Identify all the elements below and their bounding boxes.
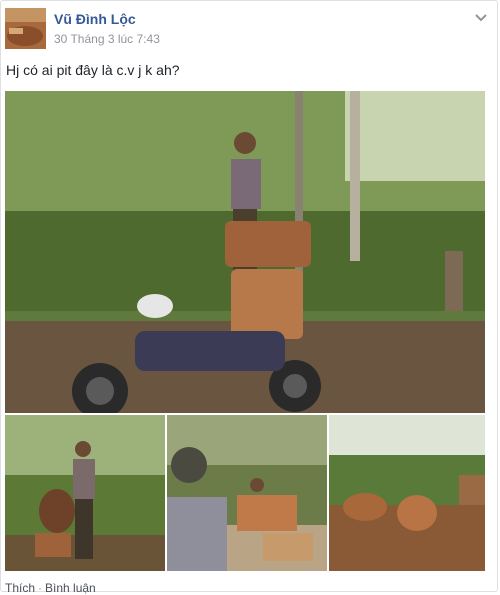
post-timestamp[interactable]: 30 Tháng 3 lúc 7:43: [54, 32, 160, 46]
post-card: Vũ Đình Lộc 30 Tháng 3 lúc 7:43 Hj có ai…: [0, 0, 498, 595]
comment-link[interactable]: Bình luận: [45, 581, 96, 595]
photo-thumbnail-2[interactable]: [167, 415, 327, 571]
author-name[interactable]: Vũ Đình Lộc: [54, 11, 136, 27]
photo-thumbnail-1[interactable]: [5, 415, 165, 571]
post-actions: Thích · Bình luận: [5, 581, 96, 595]
action-separator: ·: [38, 581, 43, 595]
photo-main[interactable]: [5, 91, 485, 413]
avatar[interactable]: [5, 8, 46, 49]
photo-thumbnail-3[interactable]: [329, 415, 485, 571]
chevron-down-icon[interactable]: [473, 9, 489, 25]
post-text: Hj có ai pit đây là c.v j k ah?: [6, 62, 180, 78]
like-link[interactable]: Thích: [5, 581, 35, 595]
